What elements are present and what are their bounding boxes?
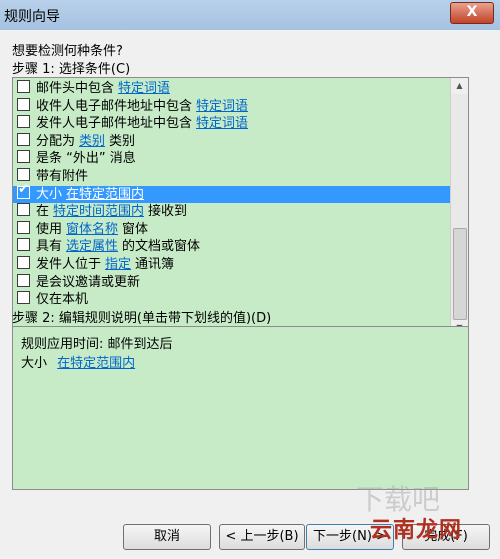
condition-checkbox[interactable] <box>17 203 30 217</box>
condition-value-link[interactable]: 在特定范围内 <box>66 187 144 202</box>
condition-value-link[interactable]: 类别 <box>79 134 105 149</box>
condition-text: 在 <box>36 204 50 220</box>
description-line-2: 大小 在特定范围内 <box>21 352 139 371</box>
scroll-up-arrow-icon[interactable]: ▲ <box>451 78 468 94</box>
condition-row[interactable]: ✔ 大小 在特定范围内 <box>13 182 450 204</box>
condition-text: 分配为 <box>36 133 76 149</box>
condition-row[interactable]: 收件人电子邮件地址中包含 特定词语 <box>13 97 450 116</box>
condition-text: 发件人电子邮件地址中包含 <box>36 116 193 132</box>
condition-text: 收件人电子邮件地址中包含 <box>36 98 193 114</box>
rule-description-box: 规则应用时间: 邮件到达后 大小 在特定范围内 <box>12 326 469 490</box>
condition-value-link[interactable]: 特定时间范围内 <box>53 204 144 219</box>
condition-row[interactable]: 是会议邀请或更新 <box>13 273 450 292</box>
watermark-logo: 下载吧 云南龙网 <box>352 483 500 559</box>
condition-value-link[interactable]: 特定词语 <box>118 81 170 96</box>
condition-checkbox[interactable]: ✔ <box>17 182 30 199</box>
condition-row[interactable]: 发件人位于 指定 通讯簿 <box>13 255 450 274</box>
condition-text: 是条 “外出” 消息 <box>36 151 136 167</box>
condition-row[interactable]: 具有 选定属性 的文档或窗体 <box>13 238 450 256</box>
condition-checkbox[interactable] <box>17 167 30 181</box>
condition-text: 大小 <box>36 186 63 202</box>
watermark-text: 云南龙网 <box>370 518 463 543</box>
condition-checkbox[interactable] <box>17 291 30 305</box>
condition-row[interactable]: 是条 “外出” 消息 <box>13 150 450 168</box>
condition-text: 具有 <box>36 239 63 255</box>
condition-row[interactable]: 在特定时间范围内 接收到 <box>13 203 450 221</box>
condition-text: 是会议邀请或更新 <box>36 274 141 290</box>
scroll-thumb[interactable] <box>453 228 467 320</box>
back-button[interactable]: < 上一步(B) <box>219 524 305 550</box>
condition-text-suffix: 的文档或窗体 <box>122 239 201 255</box>
conditions-list[interactable]: 邮件头中包含 特定词语 收件人电子邮件地址中包含 特定词语 发件人电子邮件地址中包含 特定… <box>12 77 469 337</box>
condition-text: 仅在本机 <box>36 292 89 308</box>
condition-checkbox[interactable] <box>17 80 30 93</box>
description-line-1: 规则应用时间: 邮件到达后 <box>21 337 173 352</box>
description-size-label: 大小 <box>21 356 48 371</box>
description-range-link[interactable]: 在特定范围内 <box>57 356 135 371</box>
condition-checkbox[interactable] <box>17 255 30 269</box>
condition-text: 带有附件 <box>36 168 89 184</box>
condition-checkbox[interactable] <box>17 273 30 287</box>
condition-checkbox[interactable] <box>17 97 30 111</box>
condition-row[interactable]: 发件人电子邮件地址中包含 特定词语 <box>13 115 450 133</box>
step1-label: 步骤 1: 选择条件(C) <box>12 62 131 77</box>
condition-text-suffix: 接收到 <box>148 204 188 220</box>
condition-value-link[interactable]: 窗体名称 <box>66 222 118 237</box>
condition-text: 发件人位于 <box>36 256 102 272</box>
condition-value-link[interactable]: 指定 <box>105 257 131 272</box>
conditions-list-items: 邮件头中包含 特定词语 收件人电子邮件地址中包含 特定词语 发件人电子邮件地址中包含 特定… <box>13 80 450 309</box>
condition-row[interactable]: 带有附件 <box>13 167 450 186</box>
step2-label: 步骤 2: 编辑规则说明(单击带下划线的值)(D) <box>12 311 272 326</box>
cancel-button[interactable]: 取消 <box>123 524 211 550</box>
condition-value-link[interactable]: 特定词语 <box>196 116 248 131</box>
close-button[interactable]: X <box>450 2 494 24</box>
condition-text: 邮件头中包含 <box>36 81 115 96</box>
window-title: 规则向导 <box>4 9 60 25</box>
condition-prompt: 想要检测何种条件? <box>12 44 123 59</box>
condition-row[interactable]: 分配为 类别 类别 <box>13 132 450 151</box>
condition-value-link[interactable]: 选定属性 <box>66 239 118 254</box>
title-bar: 规则向导 X <box>0 0 500 31</box>
conditions-scrollbar[interactable]: ▲ ▼ <box>450 78 468 336</box>
condition-checkbox[interactable] <box>17 132 30 146</box>
condition-checkbox[interactable] <box>17 238 30 252</box>
condition-row[interactable]: 使用 窗体名称 窗体 <box>13 220 450 239</box>
condition-text: 使用 <box>36 221 63 237</box>
condition-checkbox[interactable] <box>17 220 30 234</box>
condition-checkbox[interactable] <box>17 115 30 129</box>
condition-value-link[interactable]: 特定词语 <box>196 99 248 114</box>
condition-text-suffix: 窗体 <box>122 221 149 237</box>
checkmark-icon: ✔ <box>18 181 29 197</box>
condition-text-suffix: 类别 <box>109 133 136 149</box>
condition-row[interactable]: 邮件头中包含 特定词语 <box>13 80 450 98</box>
condition-checkbox[interactable] <box>17 150 30 164</box>
condition-text-suffix: 通讯簿 <box>135 256 175 272</box>
